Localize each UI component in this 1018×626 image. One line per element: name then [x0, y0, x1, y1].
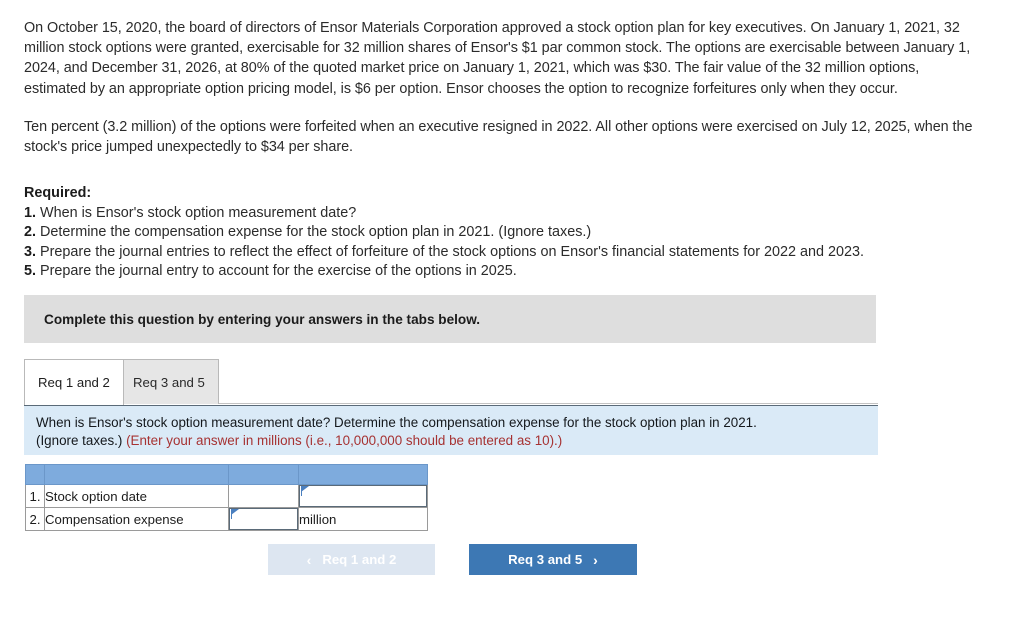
row-2-unit-label: million: [298, 507, 428, 531]
tab-req-1-and-2-label: Req 1 and 2: [38, 375, 110, 390]
answer-table-header-cell-label: [44, 464, 229, 485]
question-instruction-line-2-black: (Ignore taxes.): [36, 433, 127, 449]
instructions-banner-text: Complete this question by entering your …: [44, 311, 481, 327]
tab-req-1-and-2[interactable]: Req 1 and 2: [24, 359, 124, 405]
required-section: Required: 1. When is Ensor's stock optio…: [24, 184, 984, 282]
flag-icon: [231, 509, 239, 519]
row-1-number: 1.: [25, 484, 45, 508]
required-item-1: 1. When is Ensor's stock option measurem…: [24, 204, 984, 224]
table-row: 1. Stock option date: [25, 484, 428, 508]
required-item-2-number: 2.: [24, 224, 37, 241]
row-1-middle-cell: [228, 484, 299, 508]
required-item-1-text: When is Ensor's stock option measurement…: [40, 204, 357, 221]
question-instruction-line-1: When is Ensor's stock option measurement…: [36, 415, 757, 430]
navigation-buttons: ‹ Req 1 and 2 Req 3 and 5 ›: [268, 544, 637, 575]
problem-statement: On October 15, 2020, the board of direct…: [24, 18, 974, 157]
question-instruction-hint: (Enter your answer in millions (i.e., 10…: [126, 433, 563, 449]
required-item-5: 5. Prepare the journal entry to account …: [24, 262, 984, 282]
required-heading: Required:: [24, 185, 92, 201]
answer-table-header-cell-mid: [228, 464, 299, 485]
next-button-label: Req 3 and 5: [508, 552, 583, 567]
question-instruction-line-2: (Ignore taxes.) (Enter your answer in mi…: [36, 432, 878, 450]
table-row: 2. Compensation expense million: [25, 507, 428, 531]
row-2-number: 2.: [25, 507, 45, 531]
problem-paragraph-1: On October 15, 2020, the board of direct…: [24, 20, 971, 97]
tab-req-3-and-5[interactable]: Req 3 and 5: [119, 359, 219, 404]
answer-table-header-cell-right: [298, 464, 428, 485]
prev-button-label: Req 1 and 2: [322, 552, 397, 567]
answer-table-header-row: [25, 464, 428, 485]
required-item-5-number: 5.: [24, 263, 37, 280]
required-item-5-text: Prepare the journal entry to account for…: [40, 263, 517, 280]
required-item-3-text: Prepare the journal entries to reflect t…: [40, 243, 865, 260]
chevron-left-icon: ‹: [306, 551, 312, 568]
prev-req-1-and-2-button[interactable]: ‹ Req 1 and 2: [268, 544, 435, 575]
required-item-2: 2. Determine the compensation expense fo…: [24, 223, 984, 243]
tab-strip: Req 1 and 2 Req 3 and 5: [24, 359, 878, 405]
problem-paragraph-2: Ten percent (3.2 million) of the options…: [24, 118, 973, 156]
next-req-3-and-5-button[interactable]: Req 3 and 5 ›: [469, 544, 637, 575]
stock-option-date-input-cell[interactable]: [298, 484, 428, 508]
chevron-right-icon: ›: [593, 551, 598, 568]
required-item-3: 3. Prepare the journal entries to reflec…: [24, 243, 984, 263]
tab-req-3-and-5-label: Req 3 and 5: [133, 374, 205, 390]
required-item-2-text: Determine the compensation expense for t…: [40, 224, 592, 241]
answer-table: 1. Stock option date 2. Compensation exp…: [25, 464, 428, 531]
question-instruction-panel: When is Ensor's stock option measurement…: [24, 405, 878, 455]
required-item-1-number: 1.: [24, 204, 37, 221]
compensation-expense-input[interactable]: [229, 508, 298, 530]
row-1-label: Stock option date: [44, 484, 229, 508]
answer-table-header-cell-num: [25, 464, 45, 485]
compensation-expense-input-cell[interactable]: [228, 507, 299, 531]
row-2-label: Compensation expense: [44, 507, 229, 531]
instructions-banner: Complete this question by entering your …: [24, 295, 876, 343]
flag-icon: [301, 486, 309, 496]
required-item-3-number: 3.: [24, 243, 37, 260]
stock-option-date-input[interactable]: [299, 485, 427, 507]
